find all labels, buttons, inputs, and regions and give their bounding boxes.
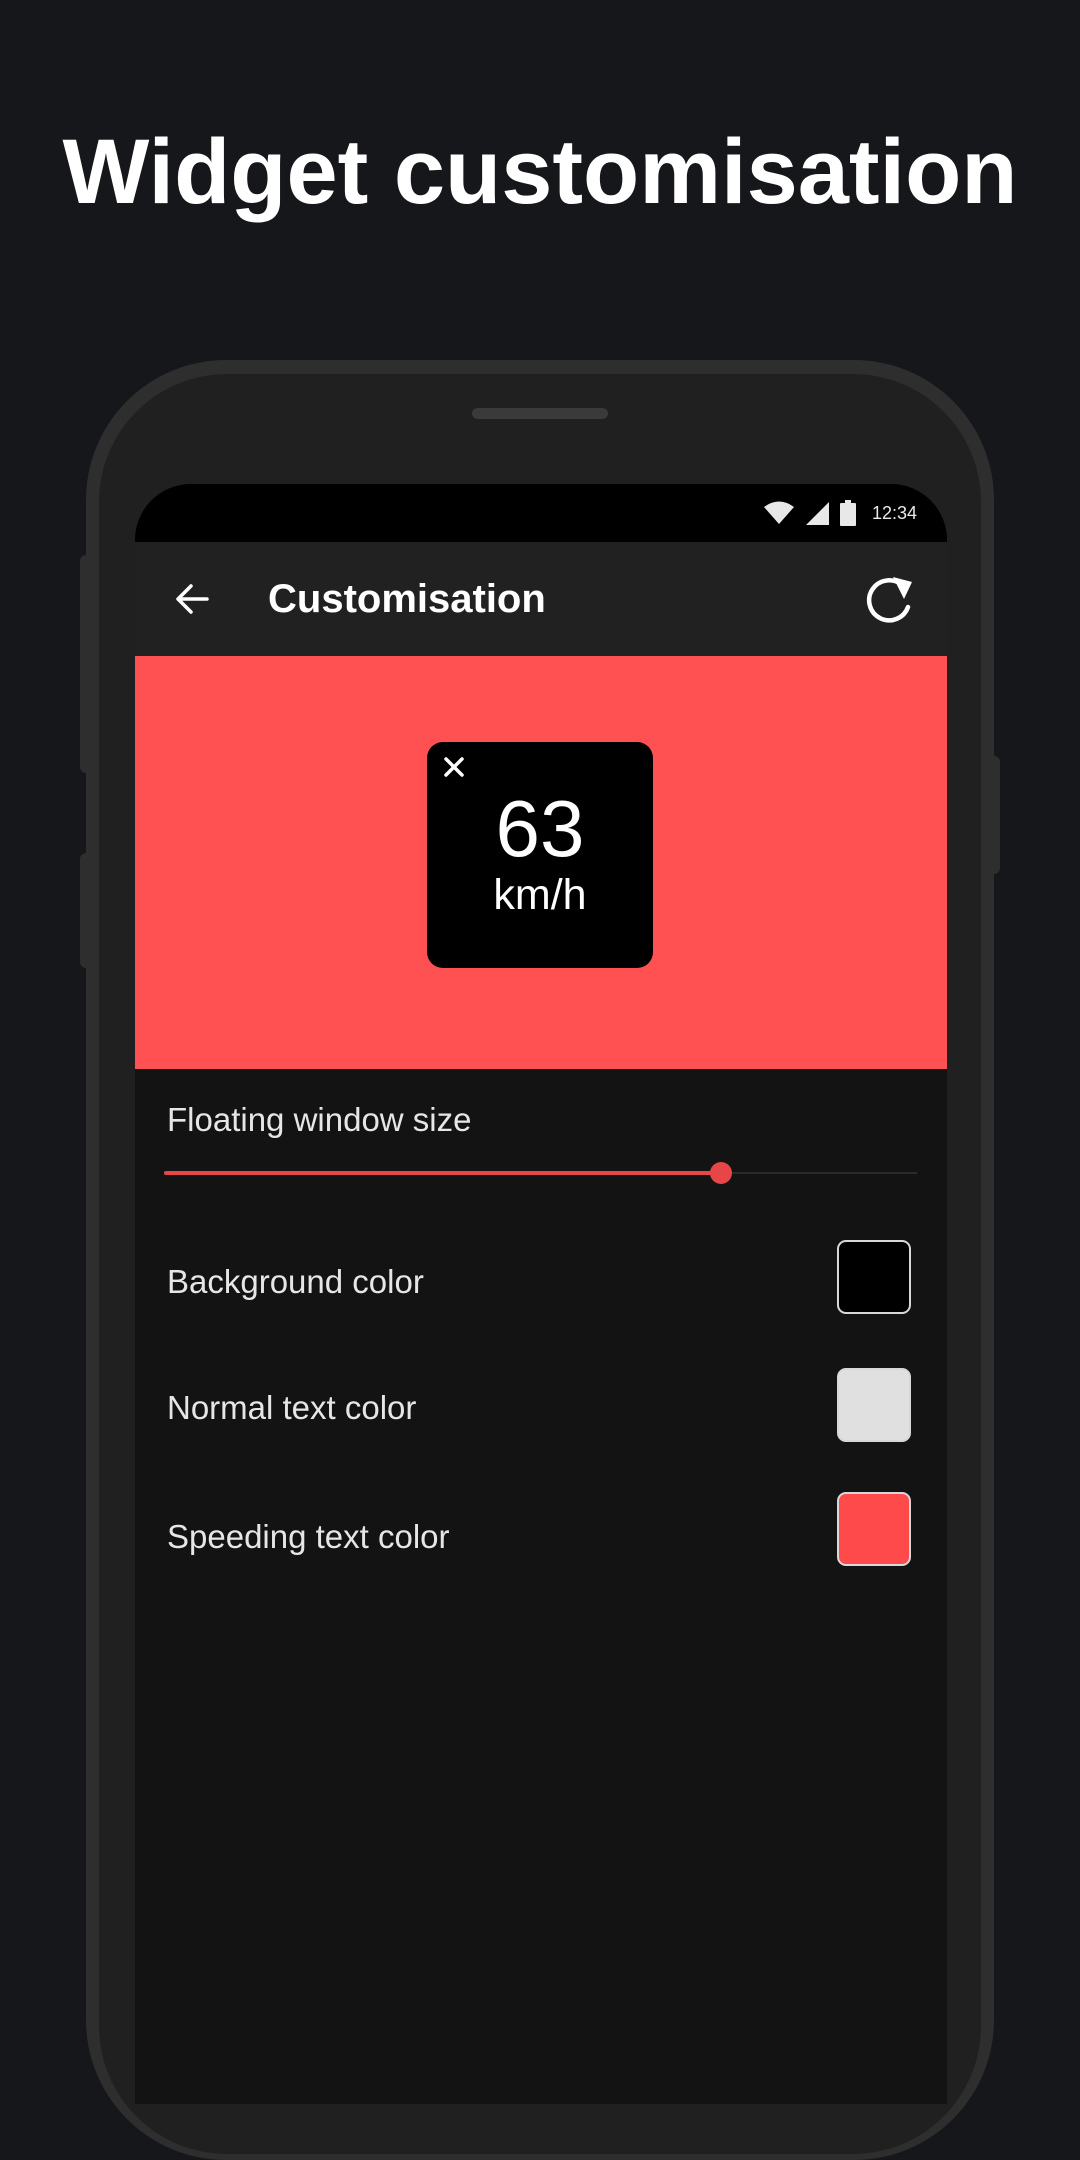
phone-screen: 12:34 Customisation 63 km/h Floating win… (135, 484, 947, 2104)
app-bar: Customisation (135, 542, 947, 656)
normal-text-color-label: Normal text color (167, 1389, 417, 1426)
refresh-icon (866, 577, 912, 623)
widget-preview-area: 63 km/h (135, 656, 947, 1069)
phone-power-button (986, 756, 1000, 874)
speeding-text-color-swatch[interactable] (837, 1492, 911, 1566)
speed-widget[interactable]: 63 km/h (427, 742, 653, 968)
cell-signal-icon (805, 502, 829, 525)
slider-thumb[interactable] (710, 1162, 733, 1184)
headline: Widget customisation (62, 121, 1018, 223)
reset-button[interactable] (861, 572, 919, 630)
slider-fill (164, 1171, 722, 1175)
background-color-label: Background color (167, 1263, 424, 1300)
normal-text-color-swatch[interactable] (837, 1368, 911, 1442)
status-time: 12:34 (871, 502, 917, 523)
background-color-swatch[interactable] (837, 1240, 911, 1314)
speeding-text-color-label: Speeding text color (167, 1518, 450, 1555)
wifi-icon (763, 501, 794, 524)
floating-window-size-slider[interactable] (164, 1162, 917, 1184)
page-title: Customisation (268, 577, 546, 621)
phone-volume-up-button (80, 555, 94, 773)
close-icon[interactable] (439, 752, 469, 782)
arrow-left-icon (176, 584, 209, 614)
back-button[interactable] (165, 572, 219, 626)
widget-speed-value: 63 (495, 784, 585, 873)
battery-icon (839, 500, 856, 526)
status-bar: 12:34 (135, 484, 947, 542)
floating-window-size-label: Floating window size (167, 1101, 472, 1138)
phone-speaker (472, 408, 608, 419)
phone-volume-down-button (80, 853, 94, 968)
widget-speed-unit: km/h (493, 871, 587, 919)
